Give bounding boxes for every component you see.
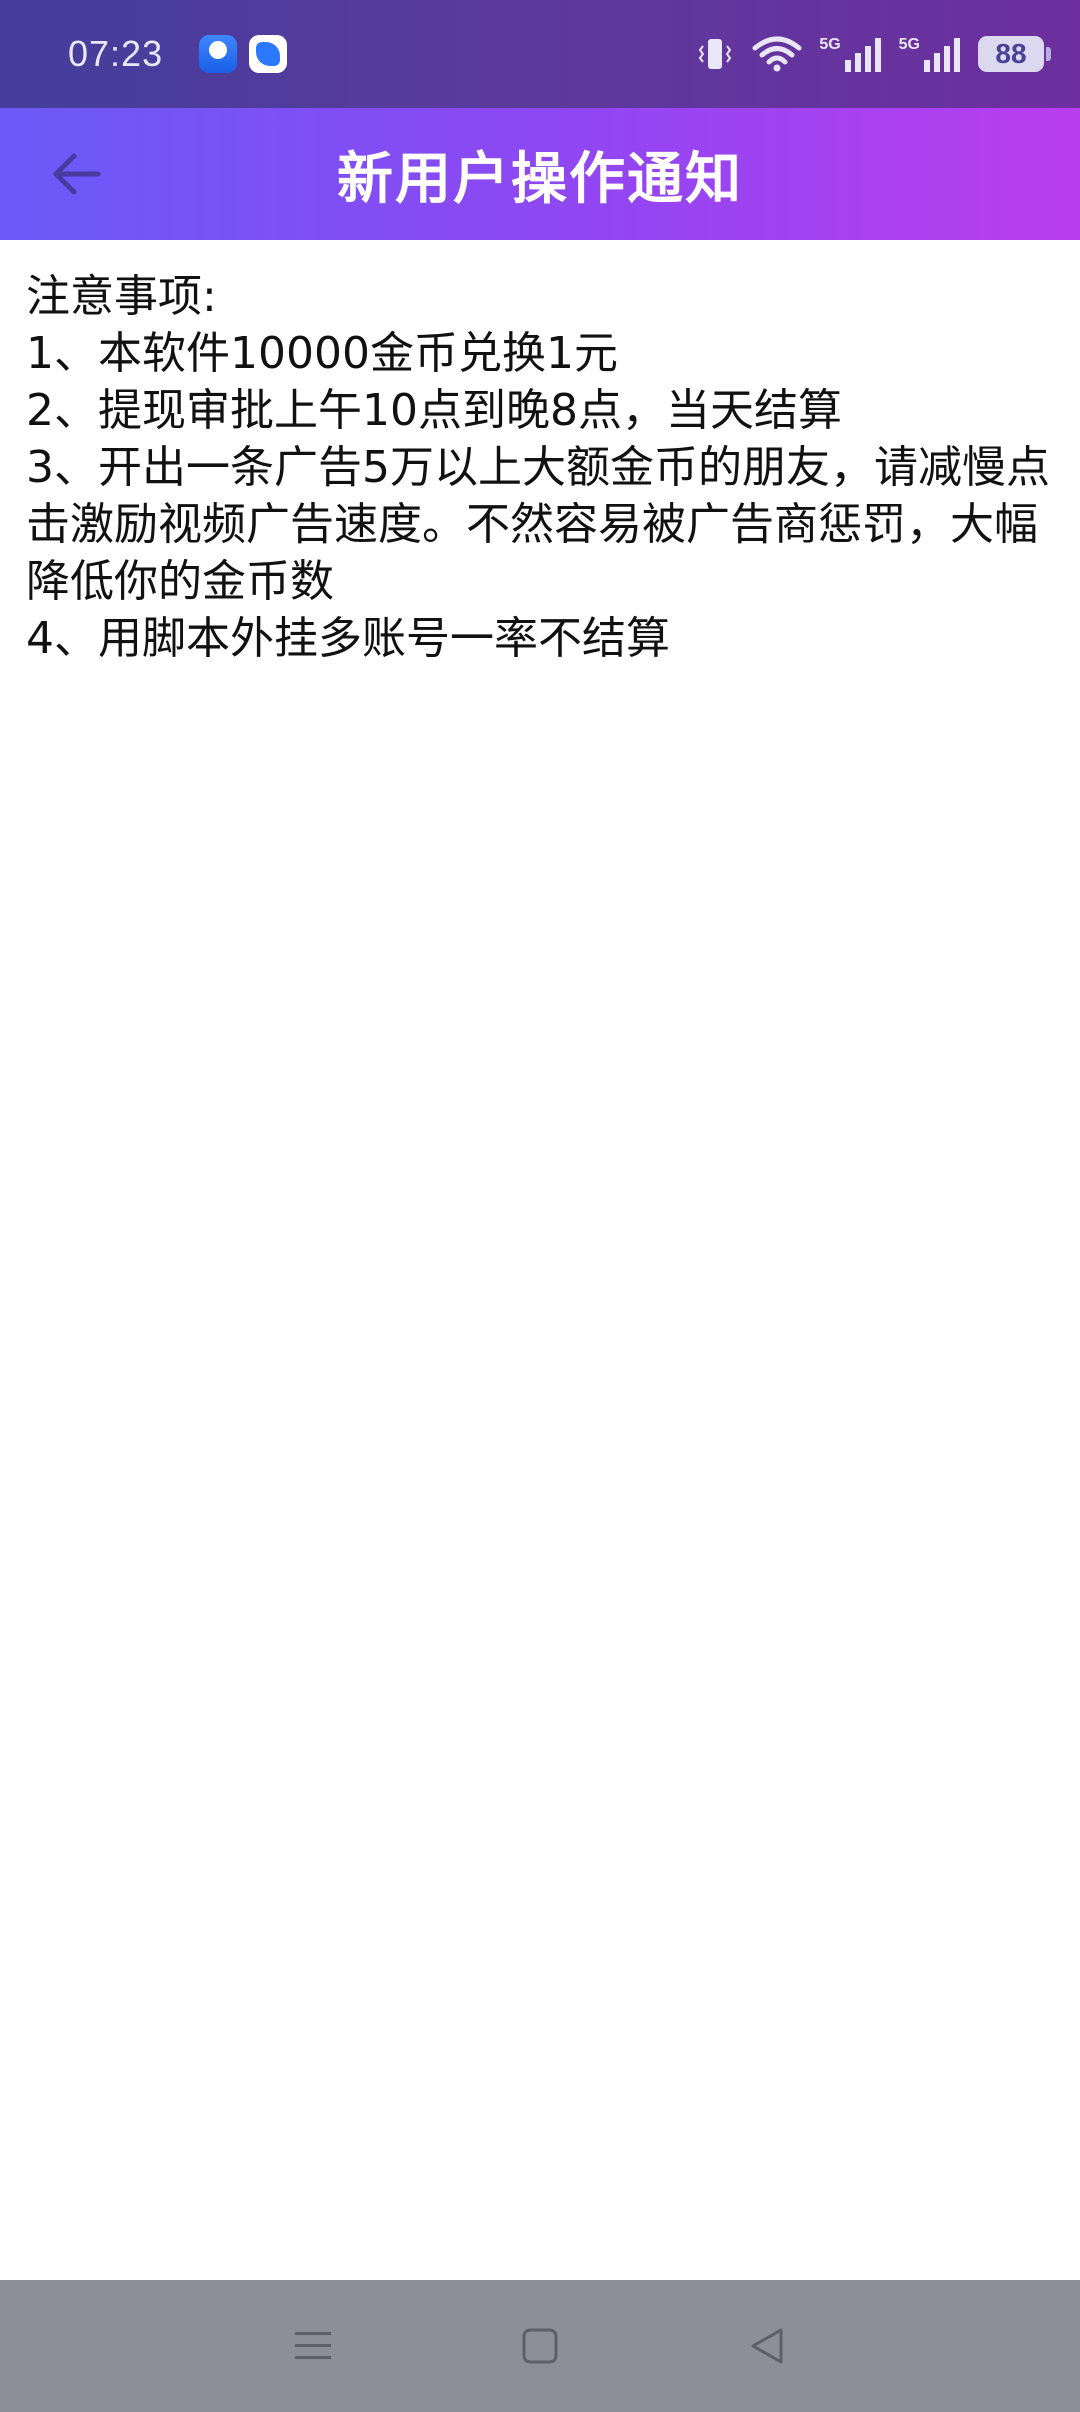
network-type-label: 5G: [898, 36, 920, 53]
status-time: 07:23: [68, 33, 164, 74]
wifi-icon: [751, 34, 803, 74]
network-type-label: 5G: [819, 36, 841, 53]
signal-icon: 5G: [899, 34, 962, 74]
status-icons: 5G 5G 88: [695, 34, 1051, 74]
system-back-button[interactable]: [722, 2301, 812, 2391]
back-button[interactable]: [40, 144, 112, 204]
app-icon: [199, 35, 238, 73]
notice-item: 2、提现审批上午10点到晚8点，当天结算: [26, 385, 842, 436]
notice-heading: 注意事项:: [26, 271, 217, 322]
notice-content: 注意事项: 1、本软件10000金币兑换1元 2、提现审批上午10点到晚8点，当…: [0, 240, 1080, 2280]
status-bar: 07:23 5G 5G 88: [0, 0, 1080, 108]
navigation-bar: [0, 2280, 1080, 2412]
recent-apps-button[interactable]: [268, 2301, 358, 2391]
home-button[interactable]: [495, 2301, 585, 2391]
arrow-left-icon: [53, 153, 101, 195]
home-icon: [522, 2328, 558, 2364]
notice-item: 3、开出一条广告5万以上大额金币的朋友，请减慢点击激励视频广告速度。不然容易被广…: [26, 442, 1050, 607]
app-header: 新用户操作通知: [0, 108, 1080, 240]
app-icon: [249, 35, 288, 73]
notice-item: 1、本软件10000金币兑换1元: [26, 328, 618, 379]
signal-icon: 5G: [819, 34, 882, 74]
notice-item: 4、用脚本外挂多账号一率不结算: [26, 613, 670, 664]
page-title: 新用户操作通知: [337, 146, 743, 212]
battery-icon: 88: [978, 36, 1051, 72]
back-triangle-icon: [751, 2328, 783, 2364]
vibrate-icon: [695, 34, 735, 74]
menu-icon: [295, 2332, 332, 2359]
